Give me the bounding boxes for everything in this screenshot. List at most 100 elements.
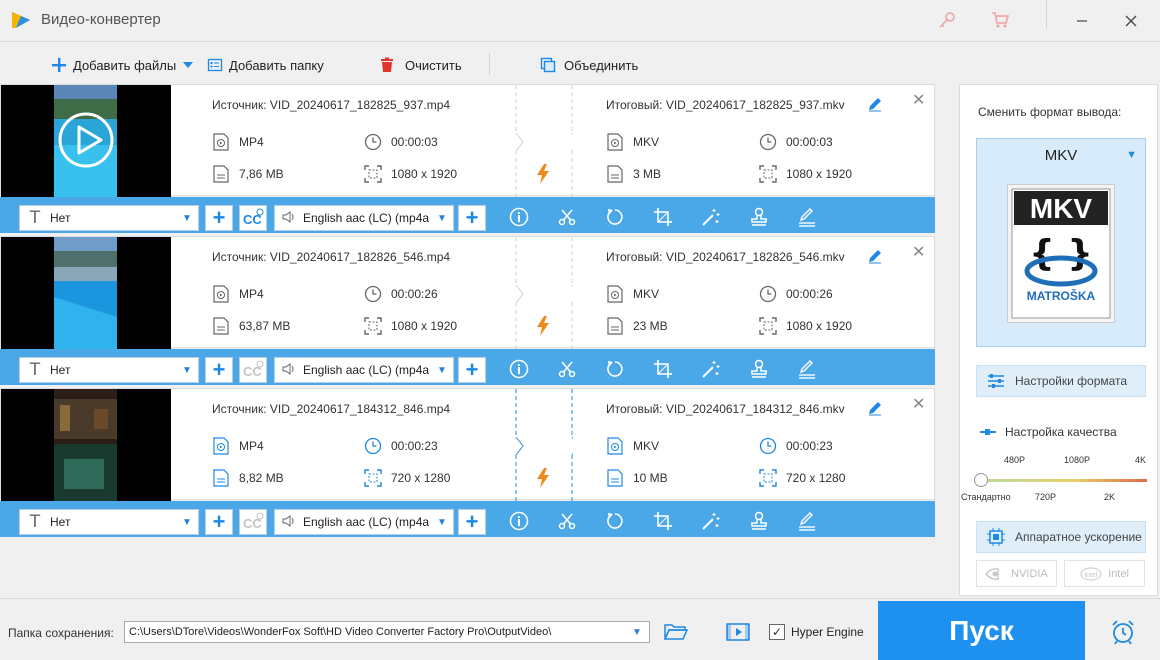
play-icon[interactable]	[57, 111, 115, 169]
resolution-icon	[364, 469, 382, 487]
add-subtitle-button[interactable]: +	[205, 205, 233, 231]
add-folder-button[interactable]: Добавить папку	[207, 55, 324, 75]
info-icon[interactable]	[507, 509, 531, 533]
add-audio-button[interactable]: +	[458, 509, 486, 535]
hyper-engine-checkbox[interactable]: ✓ Hyper Engine	[769, 624, 864, 640]
trash-icon	[381, 57, 393, 72]
hardware-acceleration-button[interactable]: Аппаратное ускорение	[976, 521, 1146, 553]
output-filename: Итоговый: VID_20240617_182825_937.mkv	[606, 98, 845, 112]
key-icon[interactable]	[935, 8, 959, 32]
cc-subtitle-button[interactable]: CC	[239, 205, 267, 231]
effects-wand-icon[interactable]	[699, 357, 723, 381]
edit-subtitle-icon[interactable]	[795, 357, 819, 381]
minimize-button[interactable]	[1067, 6, 1097, 36]
format-settings-button[interactable]: Настройки формата	[976, 365, 1146, 397]
edit-subtitle-icon[interactable]	[795, 509, 819, 533]
source-duration: 00:00:23	[364, 437, 438, 455]
audio-track-select[interactable]: English aac (LC) (mp4a ▼	[274, 357, 454, 383]
selected-format: MKV	[1044, 147, 1078, 164]
nvidia-toggle[interactable]: NVIDIA	[976, 560, 1057, 587]
add-audio-button[interactable]: +	[458, 357, 486, 383]
sliders-icon	[977, 373, 1015, 389]
merge-icon	[540, 57, 556, 73]
info-icon[interactable]	[507, 205, 531, 229]
video-thumbnail[interactable]	[1, 85, 171, 197]
video-file-icon	[212, 437, 230, 455]
mkv-matroska-icon: MKV { } MATROŠKA	[1011, 188, 1111, 319]
audio-track-value: English aac (LC) (mp4a	[303, 363, 430, 377]
effects-wand-icon[interactable]	[699, 205, 723, 229]
remove-file-icon[interactable]: ✕	[912, 394, 925, 414]
remove-file-icon[interactable]: ✕	[912, 242, 925, 262]
add-subtitle-button[interactable]: +	[205, 357, 233, 383]
video-thumbnail[interactable]	[1, 237, 171, 349]
close-window-button[interactable]	[1116, 6, 1146, 36]
output-size-value: 3 MB	[633, 167, 662, 181]
checkmark-icon[interactable]: ✓	[769, 624, 785, 640]
subtitle-select[interactable]: T Нет ▼	[19, 357, 199, 383]
output-filename: Итоговый: VID_20240617_182826_546.mkv	[606, 250, 845, 264]
chevron-down-icon[interactable]: ▼	[625, 627, 649, 638]
scissors-icon[interactable]	[555, 205, 579, 229]
source-duration-value: 00:00:23	[391, 439, 438, 453]
source-resolution-value: 720 x 1280	[391, 471, 451, 485]
subtitle-select[interactable]: T Нет ▼	[19, 509, 199, 535]
crop-icon[interactable]	[651, 357, 675, 381]
scissors-icon[interactable]	[555, 357, 579, 381]
clear-button[interactable]: Очистить	[379, 55, 462, 75]
scissors-icon[interactable]	[555, 509, 579, 533]
cc-icon: CC	[243, 208, 264, 227]
nvidia-logo-icon	[985, 567, 999, 580]
edit-subtitle-icon[interactable]	[795, 205, 819, 229]
add-files-button[interactable]: Добавить файлы	[51, 55, 194, 75]
alarm-clock-icon[interactable]	[1110, 619, 1136, 645]
subtitle-select[interactable]: T Нет ▼	[19, 205, 199, 231]
titlebar-separator	[1046, 0, 1047, 28]
remove-file-icon[interactable]: ✕	[912, 90, 925, 110]
crop-icon[interactable]	[651, 205, 675, 229]
quality-tick-720p: 720P	[1035, 492, 1057, 502]
crop-icon[interactable]	[651, 509, 675, 533]
rotate-icon[interactable]	[603, 509, 627, 533]
watermark-stamp-icon[interactable]	[747, 357, 771, 381]
source-duration-value: 00:00:26	[391, 287, 438, 301]
audio-track-select[interactable]: English aac (LC) (mp4a ▼	[274, 205, 454, 231]
info-icon[interactable]	[507, 357, 531, 381]
edit-name-icon[interactable]	[867, 248, 883, 264]
edit-name-icon[interactable]	[867, 96, 883, 112]
cc-subtitle-button[interactable]: CC	[239, 509, 267, 535]
cc-subtitle-button[interactable]: CC	[239, 357, 267, 383]
edit-name-icon[interactable]	[867, 400, 883, 416]
audio-track-select[interactable]: English aac (LC) (mp4a ▼	[274, 509, 454, 535]
intel-toggle[interactable]: intel Intel	[1064, 560, 1145, 587]
open-folder-icon[interactable]	[663, 621, 689, 643]
source-size: 8,82 MB	[212, 469, 284, 487]
effects-wand-icon[interactable]	[699, 509, 723, 533]
source-duration: 00:00:03	[364, 133, 438, 151]
quality-slider-track[interactable]	[980, 479, 1147, 482]
start-button[interactable]: Пуск	[878, 601, 1085, 660]
cart-icon[interactable]	[988, 8, 1012, 32]
output-duration: 00:00:03	[759, 133, 833, 151]
watermark-stamp-icon[interactable]	[747, 205, 771, 229]
file-item: Источник: VID_20240617_184312_846.mp4 MP…	[0, 388, 935, 540]
rotate-icon[interactable]	[603, 205, 627, 229]
output-resolution-value: 1080 x 1920	[786, 319, 853, 333]
merge-button[interactable]: Объединить	[540, 55, 638, 75]
chevron-down-icon[interactable]	[182, 61, 194, 69]
output-video-folder-icon[interactable]	[725, 621, 751, 643]
text-icon: T	[29, 360, 41, 380]
output-duration: 00:00:23	[759, 437, 833, 455]
chevron-down-icon[interactable]: ▼	[1126, 149, 1137, 161]
source-resolution: 1080 x 1920	[364, 165, 457, 183]
quality-slider-handle[interactable]	[974, 473, 988, 487]
add-subtitle-button[interactable]: +	[205, 509, 233, 535]
rotate-icon[interactable]	[603, 357, 627, 381]
output-format-selector[interactable]: MKV ▼ MKV { } MATROŠKA	[976, 138, 1146, 347]
video-thumbnail[interactable]	[1, 389, 171, 501]
source-size-value: 7,86 MB	[239, 167, 284, 181]
output-path-select[interactable]: C:\Users\DTore\Videos\WonderFox Soft\HD …	[124, 621, 650, 643]
watermark-stamp-icon[interactable]	[747, 509, 771, 533]
add-audio-button[interactable]: +	[458, 205, 486, 231]
svg-text:CC: CC	[243, 364, 262, 379]
